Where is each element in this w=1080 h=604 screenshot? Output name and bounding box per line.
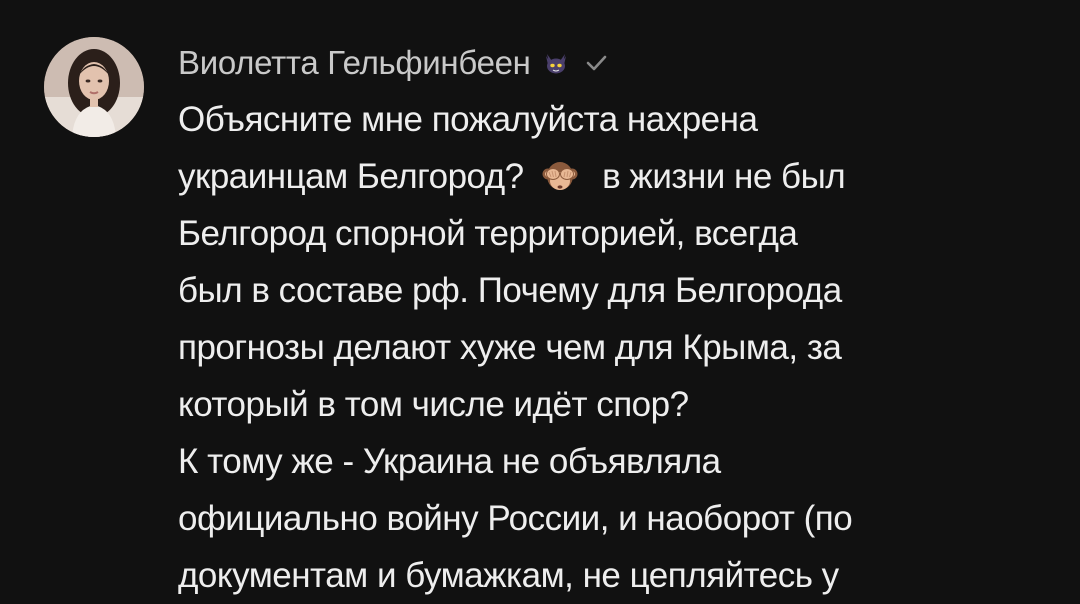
- check-icon: [583, 50, 609, 76]
- author-name[interactable]: Виолетта Гельфинбеен: [178, 38, 531, 88]
- comment-line: прогнозы делают хуже чем для Крыма, за: [178, 328, 842, 367]
- comment-text: Объясните мне пожалуйста нахрена украинц…: [178, 91, 1058, 604]
- comment-line-part: в жизни не был: [602, 157, 846, 196]
- comment-line: украинцам Белгород? в жизни не был: [178, 148, 1058, 205]
- comment-line: документам и бумажкам, не цепляйтесь у: [178, 556, 839, 595]
- comment-line: К тому же - Украина не объявляла: [178, 442, 721, 481]
- user-avatar-image: [44, 37, 144, 137]
- comment-line: который в том числе идёт спор?: [178, 385, 689, 424]
- author-row: Виолетта Гельфинбеен: [178, 38, 609, 88]
- comment-line: был в составе рф. Почему для Белгорода: [178, 271, 842, 310]
- avatar[interactable]: [44, 37, 144, 137]
- comment-line: официально войну России, и наоборот (по: [178, 499, 853, 538]
- see-no-evil-monkey-icon: [541, 155, 579, 193]
- cat-face-icon: [541, 48, 571, 78]
- comment: Виолетта Гельфинбеен Объясните мне пожал…: [0, 0, 1080, 595]
- comment-line-part: украинцам Белгород?: [178, 157, 524, 196]
- comment-line: Белгород спорной территорией, всегда: [178, 214, 798, 253]
- comment-line: Объясните мне пожалуйста нахрена: [178, 100, 758, 139]
